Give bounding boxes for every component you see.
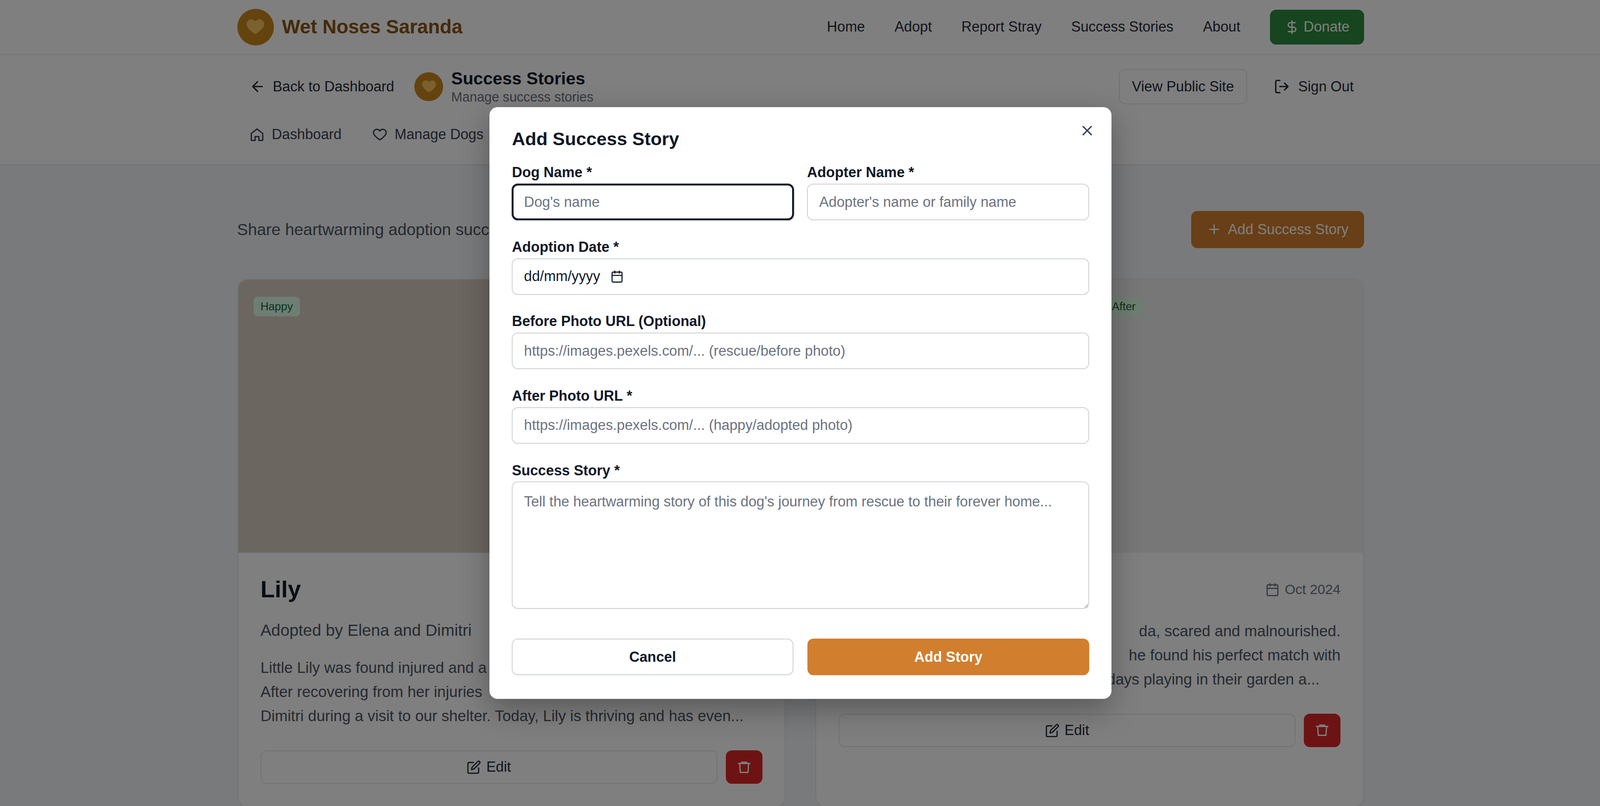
- close-button[interactable]: [1077, 121, 1097, 140]
- form-row: Adoption Date * dd/mm/yyyy: [511, 238, 1089, 295]
- form-row: After Photo URL *: [511, 387, 1089, 444]
- text-input[interactable]: [806, 183, 1089, 221]
- field-label: Dog Name *: [511, 164, 794, 181]
- cancel-button[interactable]: Cancel: [511, 638, 794, 675]
- add-story-submit[interactable]: Add Story: [807, 638, 1089, 675]
- field-label: Before Photo URL (Optional): [511, 312, 1089, 330]
- form-field: Adoption Date * dd/mm/yyyy: [511, 238, 1089, 295]
- form-field: Adopter Name *: [806, 164, 1089, 221]
- form-row: Success Story *: [511, 462, 1089, 610]
- close-icon: [1079, 122, 1096, 139]
- field-label: Success Story *: [511, 462, 1089, 479]
- story-textarea[interactable]: [511, 481, 1089, 609]
- field-label: Adoption Date *: [511, 238, 1089, 255]
- modal-title: Add Success Story: [511, 127, 1089, 150]
- form-row: Before Photo URL (Optional): [511, 312, 1089, 369]
- form-field: Before Photo URL (Optional): [511, 312, 1089, 369]
- field-label: After Photo URL *: [511, 387, 1089, 404]
- calendar-icon: [610, 269, 624, 284]
- field-label: Adopter Name *: [806, 164, 1089, 181]
- form-field: After Photo URL *: [511, 387, 1089, 444]
- modal-backdrop[interactable]: Add Success Story Dog Name * Adopter Name …: [0, 0, 1600, 806]
- add-story-modal: Add Success Story Dog Name * Adopter Name …: [489, 107, 1112, 699]
- modal-buttons: Cancel Add Story: [511, 638, 1089, 675]
- date-placeholder: dd/mm/yyyy: [524, 265, 601, 287]
- story-form: Dog Name * Adopter Name * Adoption Date * d…: [511, 164, 1089, 609]
- text-input[interactable]: [511, 183, 794, 221]
- form-row: Dog Name * Adopter Name *: [511, 164, 1089, 221]
- text-input[interactable]: [511, 406, 1089, 444]
- page: Wet Noses SarandaHomeAdoptReport StraySu…: [0, 0, 1600, 806]
- form-field: Dog Name *: [511, 164, 794, 221]
- date-input[interactable]: dd/mm/yyyy: [511, 258, 1089, 295]
- text-input[interactable]: [511, 332, 1089, 369]
- form-field: Success Story *: [511, 462, 1089, 610]
